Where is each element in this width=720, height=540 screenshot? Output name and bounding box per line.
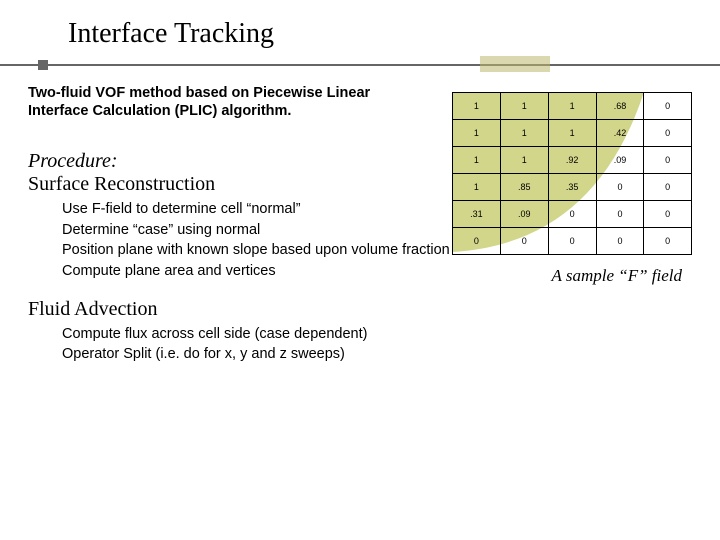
section-advection-head: Fluid Advection bbox=[28, 298, 692, 321]
cell: 1 bbox=[453, 174, 501, 201]
list-item: Operator Split (i.e. do for x, y and z s… bbox=[62, 345, 692, 365]
cell: 0 bbox=[453, 228, 501, 255]
cell: .31 bbox=[453, 201, 501, 228]
title-area: Interface Tracking bbox=[0, 0, 720, 50]
cell: 0 bbox=[644, 174, 692, 201]
cell: 0 bbox=[644, 120, 692, 147]
cell: .35 bbox=[548, 174, 596, 201]
cell: 0 bbox=[500, 228, 548, 255]
title-divider bbox=[0, 60, 720, 70]
f-field-table: 1 1 1 .68 0 1 1 1 .42 0 1 1 .92 .09 0 bbox=[452, 92, 692, 255]
cell: 1 bbox=[453, 120, 501, 147]
cell: 0 bbox=[596, 201, 644, 228]
cell: 0 bbox=[596, 228, 644, 255]
procedure-subhead: Surface Reconstruction bbox=[28, 173, 215, 195]
slide: Interface Tracking Two-fluid VOF method … bbox=[0, 0, 720, 540]
cell: .09 bbox=[500, 201, 548, 228]
cell: 0 bbox=[596, 174, 644, 201]
divider-bullet bbox=[38, 60, 48, 70]
table-row: 1 1 1 .68 0 bbox=[453, 93, 692, 120]
intro-line2: Interface Calculation (PLIC) algorithm. bbox=[28, 103, 291, 119]
cell: .92 bbox=[548, 147, 596, 174]
table-row: 1 .85 .35 0 0 bbox=[453, 174, 692, 201]
f-field-table-wrap: 1 1 1 .68 0 1 1 1 .42 0 1 1 .92 .09 0 bbox=[452, 92, 692, 255]
cell: 1 bbox=[548, 93, 596, 120]
cell: 1 bbox=[500, 147, 548, 174]
cell: 0 bbox=[644, 147, 692, 174]
procedure-label: Procedure: bbox=[28, 150, 118, 172]
cell: .42 bbox=[596, 120, 644, 147]
table-row: 1 1 1 .42 0 bbox=[453, 120, 692, 147]
cell: 0 bbox=[548, 228, 596, 255]
advection-list: Compute flux across cell side (case depe… bbox=[62, 325, 692, 365]
table-row: 0 0 0 0 0 bbox=[453, 228, 692, 255]
table-caption: A sample “F” field bbox=[552, 266, 683, 286]
cell: 1 bbox=[500, 93, 548, 120]
cell: 1 bbox=[548, 120, 596, 147]
divider-line bbox=[0, 64, 720, 66]
table-row: 1 1 .92 .09 0 bbox=[453, 147, 692, 174]
cell: 0 bbox=[548, 201, 596, 228]
table-row: .31 .09 0 0 0 bbox=[453, 201, 692, 228]
cell: 0 bbox=[644, 93, 692, 120]
cell: 1 bbox=[500, 120, 548, 147]
cell: 1 bbox=[453, 93, 501, 120]
intro-text: Two-fluid VOF method based on Piecewise … bbox=[28, 84, 408, 120]
cell: 1 bbox=[453, 147, 501, 174]
cell: .68 bbox=[596, 93, 644, 120]
page-title: Interface Tracking bbox=[68, 18, 720, 50]
cell: 0 bbox=[644, 228, 692, 255]
cell: .85 bbox=[500, 174, 548, 201]
cell: 0 bbox=[644, 201, 692, 228]
list-item: Compute flux across cell side (case depe… bbox=[62, 325, 692, 345]
cell: .09 bbox=[596, 147, 644, 174]
intro-line1: Two-fluid VOF method based on Piecewise … bbox=[28, 85, 370, 101]
